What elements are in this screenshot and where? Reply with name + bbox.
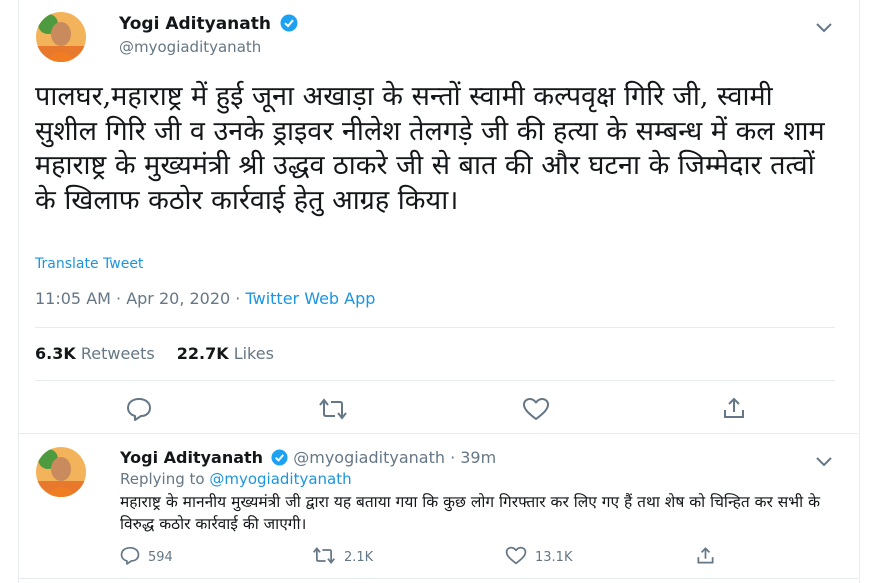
replying-to: Replying to @myogiadityanath bbox=[120, 470, 352, 488]
translate-tweet-link[interactable]: Translate Tweet bbox=[35, 256, 143, 272]
chevron-down-icon[interactable] bbox=[816, 452, 832, 471]
reply-icon bbox=[127, 398, 151, 421]
heart-icon bbox=[505, 546, 527, 565]
tweet-text: पालघर,महाराष्ट्र में हुई जूना अखाड़ा के … bbox=[35, 81, 825, 216]
retweet-count: 2.1K bbox=[344, 550, 374, 565]
likes-stat[interactable]: 22.7K Likes bbox=[177, 344, 274, 363]
heart-icon bbox=[523, 398, 549, 420]
share-icon bbox=[697, 547, 714, 564]
retweets-stat[interactable]: 6.3K Retweets bbox=[35, 344, 155, 363]
author-name[interactable]: Yogi Adityanath bbox=[119, 14, 298, 37]
timestamp-text[interactable]: 11:05 AM · Apr 20, 2020 · bbox=[35, 289, 245, 308]
reply-count: 594 bbox=[148, 550, 173, 565]
reply-tweet-text: महाराष्ट्र के माननीय मुख्यमंत्री जी द्वा… bbox=[120, 493, 820, 533]
reply-like-button[interactable]: 13.1K bbox=[505, 546, 572, 565]
chevron-down-icon[interactable] bbox=[816, 18, 832, 37]
retweet-icon bbox=[313, 546, 335, 565]
reply-icon bbox=[120, 546, 140, 565]
author-avatar[interactable] bbox=[36, 12, 86, 62]
reply-reply-button[interactable]: 594 bbox=[120, 546, 173, 565]
author-handle[interactable]: @myogiadityanath bbox=[119, 38, 261, 56]
divider bbox=[35, 327, 835, 328]
like-count: 13.1K bbox=[535, 550, 573, 565]
reply-author-avatar[interactable] bbox=[36, 447, 86, 497]
divider bbox=[18, 578, 858, 579]
retweet-icon bbox=[319, 398, 347, 420]
reply-author-line: Yogi Adityanath @myogiadityanath · 39m bbox=[120, 448, 496, 470]
share-icon bbox=[724, 397, 744, 418]
reply-button[interactable] bbox=[126, 397, 152, 425]
retweet-button[interactable] bbox=[318, 397, 348, 425]
reply-author-handle[interactable]: @myogiadityanath · 39m bbox=[293, 448, 496, 467]
verified-badge-icon bbox=[280, 14, 298, 37]
share-button[interactable] bbox=[722, 396, 746, 424]
verified-badge-icon bbox=[271, 449, 288, 470]
source-app-link[interactable]: Twitter Web App bbox=[245, 289, 375, 308]
reply-author-name[interactable]: Yogi Adityanath bbox=[120, 448, 263, 467]
divider bbox=[18, 433, 858, 434]
divider bbox=[35, 380, 835, 381]
like-button[interactable] bbox=[522, 397, 550, 425]
replying-to-link[interactable]: @myogiadityanath bbox=[209, 470, 351, 488]
tweet-stats: 6.3K Retweets 22.7K Likes bbox=[35, 344, 274, 363]
reply-share-button[interactable] bbox=[696, 546, 723, 565]
reply-retweet-button[interactable]: 2.1K bbox=[312, 546, 373, 565]
tweet-timestamp: 11:05 AM · Apr 20, 2020 · Twitter Web Ap… bbox=[35, 289, 375, 308]
